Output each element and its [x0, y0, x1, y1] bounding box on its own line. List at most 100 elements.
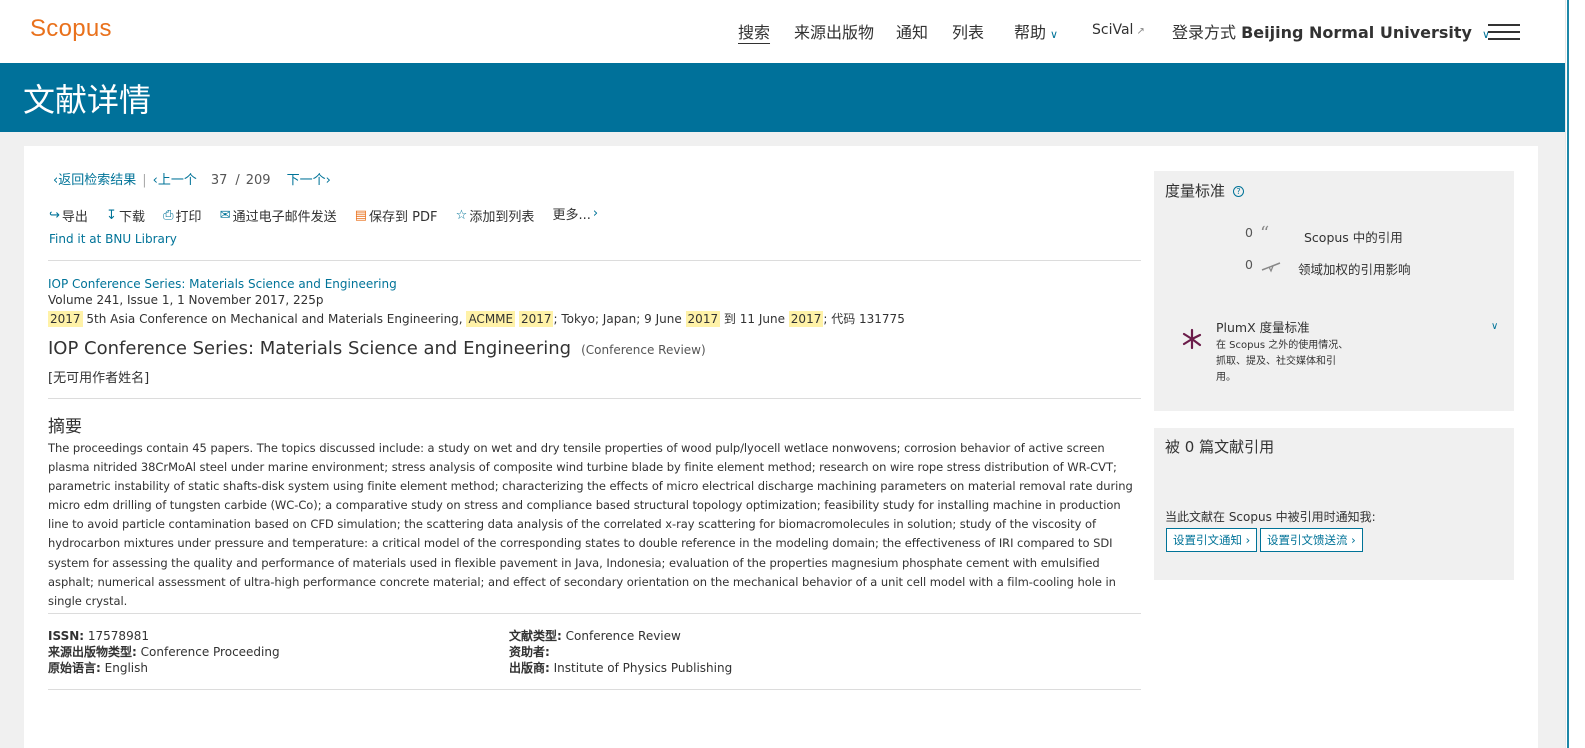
- download-label: 下载: [118, 210, 145, 225]
- download-button[interactable]: ↧ 下载: [106, 206, 145, 225]
- email-button[interactable]: ✉ 通过电子邮件发送: [220, 206, 337, 225]
- nav-search[interactable]: 搜索: [738, 19, 770, 43]
- abstract-text: The proceedings contain 45 papers. The t…: [48, 441, 1133, 608]
- login-prefix: 登录方式: [1172, 23, 1237, 42]
- notify-text: 当此文献在 Scopus 中被引用时通知我:: [1165, 510, 1376, 524]
- doc-type-row: 文献类型: Conference Review: [509, 628, 732, 644]
- page-title: 文献详情: [23, 81, 152, 119]
- sponsor-row: 资助者:: [509, 644, 732, 660]
- volume-info: Volume 241, Issue 1, 1 November 2017, 22…: [48, 293, 324, 307]
- login-institution[interactable]: 登录方式 Beijing Normal University ∨: [1172, 19, 1490, 43]
- total-count: 209: [245, 173, 271, 188]
- add-to-list-button[interactable]: ☆ 添加到列表: [456, 206, 535, 225]
- metrics-title: 度量标准?: [1165, 180, 1245, 201]
- scrollbar-thumb[interactable]: [1567, 0, 1569, 748]
- set-citation-feed-button[interactable]: 设置引文馈送流 ›: [1260, 528, 1363, 552]
- fwci-label[interactable]: 领域加权的引用影响: [1298, 259, 1411, 278]
- scopus-logo[interactable]: Scopus: [30, 15, 112, 43]
- source-type-value: Conference Proceeding: [140, 645, 280, 659]
- print-button[interactable]: ⎙ 打印: [163, 206, 201, 225]
- nav-help-label: 帮助: [1014, 23, 1047, 42]
- more-label: 更多...: [552, 208, 591, 223]
- nav-scival-label: SciVal: [1092, 22, 1134, 38]
- current-index: 37: [210, 173, 228, 188]
- feed-button-label: 设置引文馈送流: [1267, 533, 1348, 547]
- document-title-row: IOP Conference Series: Materials Science…: [48, 338, 706, 359]
- sponsor-label: 资助者:: [509, 645, 550, 659]
- scrollbar[interactable]: [1565, 0, 1585, 748]
- highlight-year: 2017: [518, 311, 554, 327]
- conf-text: 到 11 June: [723, 312, 785, 326]
- divider: [48, 398, 1141, 399]
- export-button[interactable]: ↪ 导出: [49, 206, 88, 225]
- doc-type-value: Conference Review: [565, 629, 681, 643]
- source-type-label: 来源出版物类型:: [48, 645, 137, 659]
- institution-name: Beijing Normal University: [1241, 23, 1472, 42]
- plumx-description: 在 Scopus 之外的使用情况、 抓取、提及、社交媒体和引 用。: [1216, 338, 1348, 386]
- divider: |: [142, 173, 147, 188]
- nav-sources[interactable]: 来源出版物: [794, 19, 874, 43]
- conf-text: ; Tokyo; Japan; 9 June: [553, 312, 682, 326]
- save-pdf-button[interactable]: ▤ 保存到 PDF: [355, 206, 438, 225]
- divider: [48, 689, 1141, 690]
- metrics-title-label: 度量标准: [1165, 182, 1226, 200]
- nav-alerts[interactable]: 通知: [896, 19, 928, 43]
- plumx-title[interactable]: PlumX 度量标准: [1216, 317, 1310, 336]
- export-label: 导出: [61, 210, 88, 225]
- back-to-results-link[interactable]: ‹返回检索结果: [53, 173, 136, 188]
- find-library-link[interactable]: Find it at BNU Library: [49, 232, 177, 246]
- citations-count: 0: [1245, 225, 1253, 240]
- nav-scival[interactable]: SciVal ↗: [1092, 22, 1145, 38]
- star-icon: ☆: [455, 208, 468, 223]
- nav-lists[interactable]: 列表: [952, 19, 984, 43]
- alert-button-label: 设置引文通知: [1173, 533, 1242, 547]
- metrics-panel: 度量标准? 0 “ Scopus 中的引用 0 领域加权的引用影响 PlumX …: [1154, 171, 1514, 411]
- next-label: 下一个: [286, 173, 326, 188]
- result-pager: ‹返回检索结果 | ‹上一个 37 / 209 下一个›: [53, 169, 331, 188]
- menu-icon[interactable]: [1488, 24, 1520, 40]
- doc-type-label: 文献类型:: [509, 629, 562, 643]
- authors: [无可用作者姓名]: [48, 371, 150, 386]
- print-icon: ⎙: [163, 208, 174, 223]
- publisher-value: Institute of Physics Publishing: [553, 661, 733, 675]
- plumx-desc-line: 抓取、提及、社交媒体和引: [1216, 356, 1336, 367]
- citations-label[interactable]: Scopus 中的引用: [1304, 227, 1403, 246]
- issn-row: ISSN: 17578981: [48, 628, 280, 644]
- email-icon: ✉: [219, 208, 231, 223]
- language-label: 原始语言:: [48, 661, 101, 675]
- highlight-year: 2017: [788, 311, 824, 327]
- download-icon: ↧: [106, 208, 117, 223]
- email-label: 通过电子邮件发送: [232, 210, 337, 225]
- chevron-down-icon[interactable]: ∨: [1491, 321, 1498, 332]
- chevron-down-icon: ∨: [1050, 28, 1059, 41]
- prev-label: 上一个: [157, 173, 197, 188]
- chevron-right-icon: ›: [592, 206, 599, 221]
- conf-text: 5th Asia Conference on Mechanical and Ma…: [86, 312, 463, 326]
- help-icon[interactable]: ?: [1233, 186, 1245, 197]
- plumx-desc-line: 在 Scopus 之外的使用情况、: [1216, 340, 1349, 351]
- document-title: IOP Conference Series: Materials Science…: [48, 338, 572, 359]
- document-type: (Conference Review): [581, 343, 706, 357]
- highlight-acronym: ACMME: [466, 311, 516, 327]
- conf-text: ; 代码 131775: [823, 312, 905, 326]
- prev-link[interactable]: ‹上一个: [153, 173, 197, 188]
- set-citation-alert-button[interactable]: 设置引文通知 ›: [1166, 528, 1258, 552]
- more-button[interactable]: 更多... ›: [552, 204, 600, 223]
- issn-label: ISSN:: [48, 629, 85, 643]
- nav-help[interactable]: 帮助 ∨: [1014, 19, 1058, 43]
- highlight-year: 2017: [685, 311, 721, 327]
- back-label: 返回检索结果: [58, 173, 137, 188]
- plumx-desc-line: 用。: [1216, 372, 1236, 383]
- divider: [48, 613, 1141, 614]
- language-value: English: [104, 661, 148, 675]
- cited-by-panel: 被 0 篇文献引用 当此文献在 Scopus 中被引用时通知我: 设置引文通知 …: [1154, 428, 1514, 580]
- quote-icon: “: [1260, 223, 1270, 244]
- source-title-link[interactable]: IOP Conference Series: Materials Science…: [48, 277, 397, 291]
- pager-divider: /: [235, 173, 240, 188]
- publisher-label: 出版商:: [509, 661, 550, 675]
- plumx-icon: [1182, 328, 1202, 350]
- external-link-icon: ↗: [1136, 26, 1145, 37]
- publisher-row: 出版商: Institute of Physics Publishing: [509, 660, 732, 676]
- next-link[interactable]: 下一个›: [287, 173, 331, 188]
- cited-by-title: 被 0 篇文献引用: [1165, 438, 1275, 456]
